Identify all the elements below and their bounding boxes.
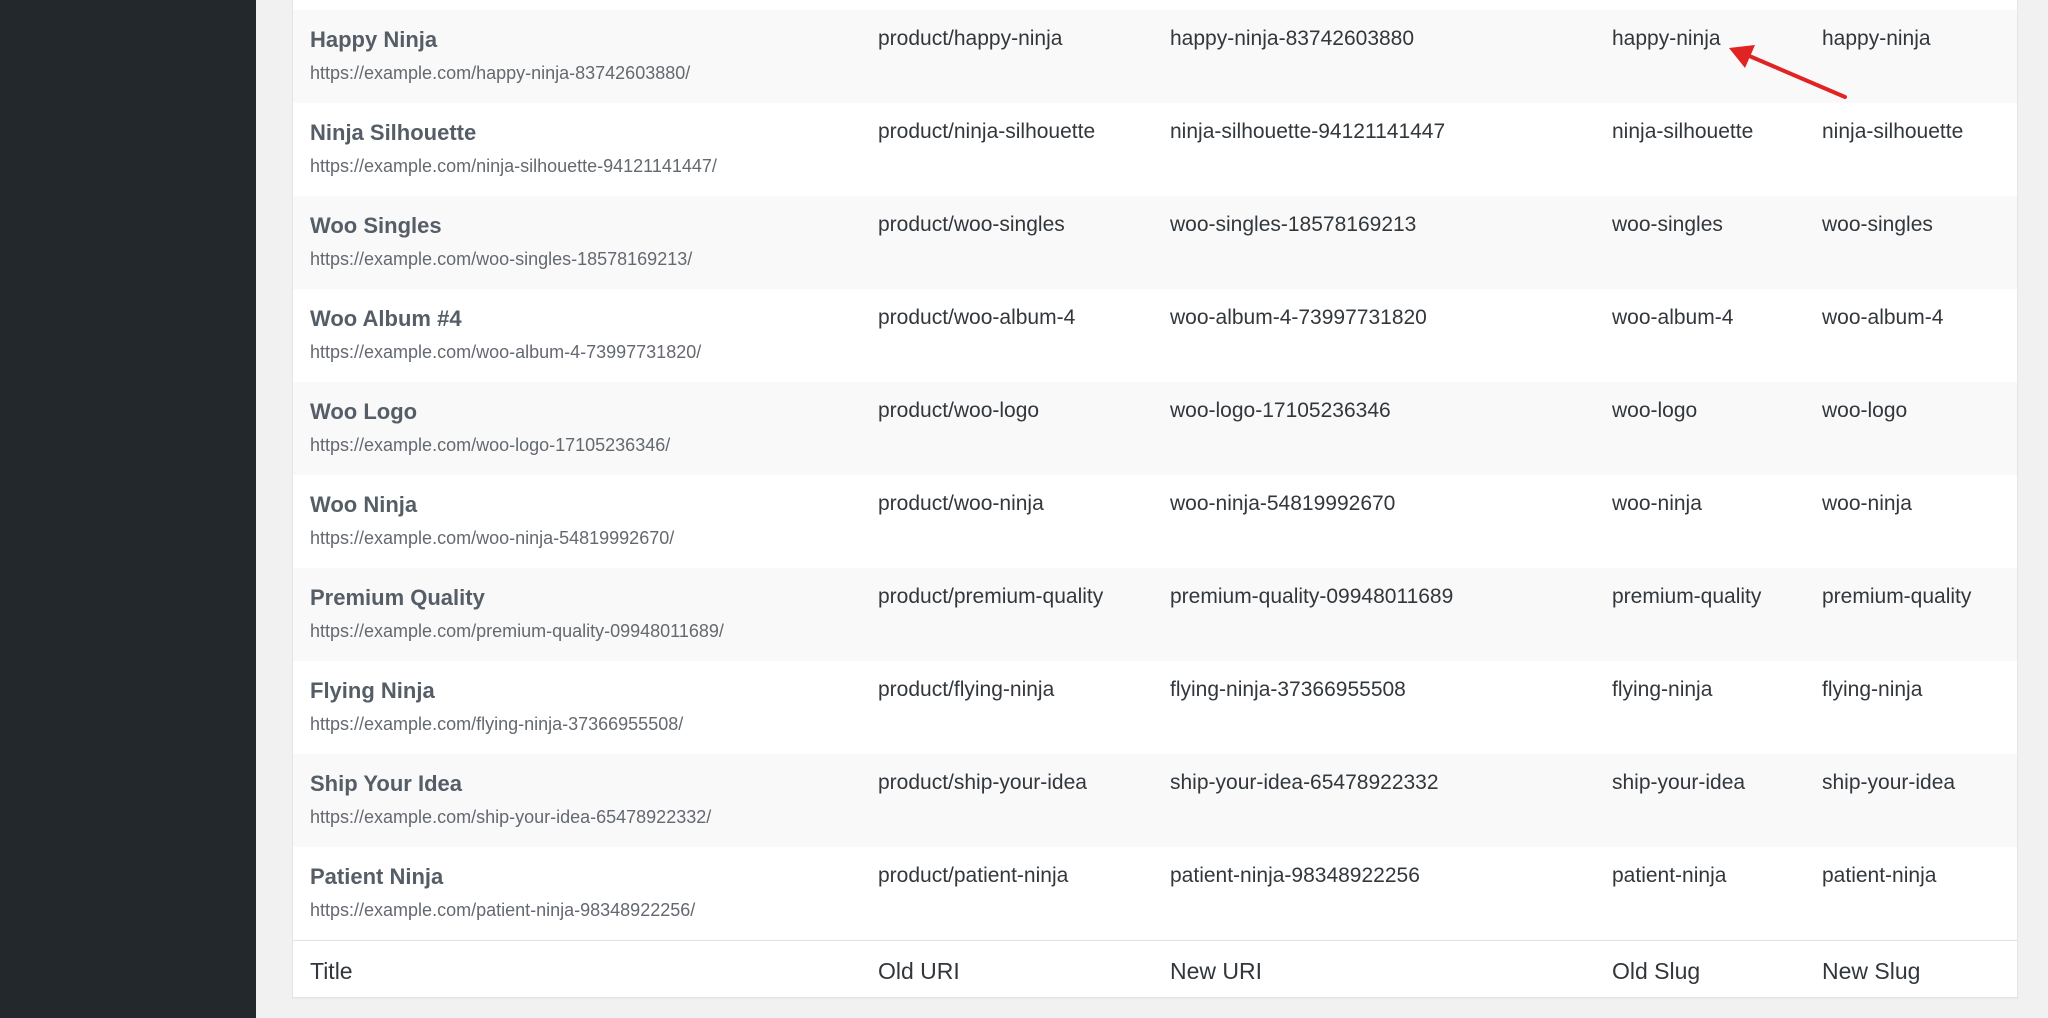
old-uri-cell: product/woo-logo: [878, 399, 1040, 422]
new-uri-cell: patient-ninja-98348922256: [1170, 864, 1420, 887]
title-cell: Happy Ninja https://example.com/happy-ni…: [310, 27, 690, 84]
row-url[interactable]: https://example.com/woo-album-4-73997731…: [310, 342, 701, 363]
row-title[interactable]: Woo Logo: [310, 399, 670, 425]
title-cell: Woo Ninja https://example.com/woo-ninja-…: [310, 492, 674, 549]
title-cell: Woo Logo https://example.com/woo-logo-17…: [310, 399, 670, 456]
old-slug-cell: woo-ninja: [1612, 492, 1702, 515]
new-slug-cell: ninja-silhouette: [1822, 120, 1964, 143]
table-row: Woo Logo https://example.com/woo-logo-17…: [293, 382, 2017, 475]
table-row: Patient Ninja https://example.com/patien…: [293, 847, 2017, 940]
uri-table: Happy Ninja https://example.com/happy-ni…: [292, 0, 2018, 998]
table-row: Premium Quality https://example.com/prem…: [293, 568, 2017, 661]
table-row: Woo Ninja https://example.com/woo-ninja-…: [293, 475, 2017, 568]
table-row: Flying Ninja https://example.com/flying-…: [293, 661, 2017, 754]
row-title[interactable]: Flying Ninja: [310, 678, 683, 704]
new-uri-cell: ninja-silhouette-94121141447: [1170, 120, 1446, 143]
old-uri-cell: product/happy-ninja: [878, 27, 1063, 50]
row-title[interactable]: Woo Album #4: [310, 306, 701, 332]
table-row: Woo Singles https://example.com/woo-sing…: [293, 196, 2017, 289]
title-cell: Ship Your Idea https://example.com/ship-…: [310, 771, 711, 828]
old-uri-cell: product/patient-ninja: [878, 864, 1069, 887]
old-slug-cell: premium-quality: [1612, 585, 1762, 608]
new-slug-cell: flying-ninja: [1822, 678, 1923, 701]
new-slug-cell: woo-ninja: [1822, 492, 1912, 515]
new-uri-cell: woo-logo-17105236346: [1170, 399, 1391, 422]
old-uri-cell: product/ninja-silhouette: [878, 120, 1096, 143]
old-slug-cell: ship-your-idea: [1612, 771, 1746, 794]
old-slug-cell: woo-logo: [1612, 399, 1698, 422]
new-uri-cell: woo-ninja-54819992670: [1170, 492, 1396, 515]
old-uri-cell: product/ship-your-idea: [878, 771, 1087, 794]
row-title[interactable]: Ship Your Idea: [310, 771, 711, 797]
old-slug-cell: patient-ninja: [1612, 864, 1727, 887]
old-uri-cell: product/woo-album-4: [878, 306, 1076, 329]
table-row: Ninja Silhouette https://example.com/nin…: [293, 103, 2017, 196]
title-cell: Flying Ninja https://example.com/flying-…: [310, 678, 683, 735]
old-uri-cell: product/flying-ninja: [878, 678, 1055, 701]
row-title[interactable]: Premium Quality: [310, 585, 724, 611]
old-uri-cell: product/premium-quality: [878, 585, 1104, 608]
title-cell: Patient Ninja https://example.com/patien…: [310, 864, 695, 921]
row-url[interactable]: https://example.com/happy-ninja-83742603…: [310, 63, 690, 84]
row-title[interactable]: Happy Ninja: [310, 27, 690, 53]
table-top-edge: [293, 0, 2017, 10]
old-uri-cell: product/woo-ninja: [878, 492, 1044, 515]
new-uri-cell: flying-ninja-37366955508: [1170, 678, 1406, 701]
title-cell: Woo Singles https://example.com/woo-sing…: [310, 213, 692, 270]
row-title[interactable]: Woo Ninja: [310, 492, 674, 518]
old-slug-cell: happy-ninja: [1612, 27, 1721, 50]
column-header-old-uri: Old URI: [878, 958, 960, 984]
row-url[interactable]: https://example.com/premium-quality-0994…: [310, 621, 724, 642]
old-slug-cell: ninja-silhouette: [1612, 120, 1754, 143]
new-slug-cell: patient-ninja: [1822, 864, 1937, 887]
row-title[interactable]: Ninja Silhouette: [310, 120, 717, 146]
row-url[interactable]: https://example.com/flying-ninja-3736695…: [310, 714, 683, 735]
old-slug-cell: woo-album-4: [1612, 306, 1734, 329]
new-uri-cell: premium-quality-09948011689: [1170, 585, 1454, 608]
title-cell: Premium Quality https://example.com/prem…: [310, 585, 724, 642]
new-uri-cell: happy-ninja-83742603880: [1170, 27, 1415, 50]
row-url[interactable]: https://example.com/woo-logo-17105236346…: [310, 435, 670, 456]
title-cell: Ninja Silhouette https://example.com/nin…: [310, 120, 717, 177]
new-slug-cell: ship-your-idea: [1822, 771, 1956, 794]
new-slug-cell: woo-logo: [1822, 399, 1908, 422]
row-url[interactable]: https://example.com/ship-your-idea-65478…: [310, 807, 711, 828]
new-slug-cell: woo-album-4: [1822, 306, 1944, 329]
admin-sidebar: [0, 0, 256, 1018]
row-title[interactable]: Woo Singles: [310, 213, 692, 239]
new-uri-cell: ship-your-idea-65478922332: [1170, 771, 1439, 794]
row-url[interactable]: https://example.com/ninja-silhouette-941…: [310, 156, 717, 177]
row-url[interactable]: https://example.com/woo-ninja-5481999267…: [310, 528, 674, 549]
table-row: Ship Your Idea https://example.com/ship-…: [293, 754, 2017, 847]
new-slug-cell: premium-quality: [1822, 585, 1972, 608]
row-url[interactable]: https://example.com/woo-singles-18578169…: [310, 249, 692, 270]
annotation-arrow-icon: [1729, 45, 1847, 99]
table-row: Woo Album #4 https://example.com/woo-alb…: [293, 289, 2017, 382]
column-header-new-uri: New URI: [1170, 958, 1263, 984]
row-url[interactable]: https://example.com/patient-ninja-983489…: [310, 900, 695, 921]
new-uri-cell: woo-album-4-73997731820: [1170, 306, 1427, 329]
column-header-new-slug: New Slug: [1822, 958, 1921, 984]
title-cell: Woo Album #4 https://example.com/woo-alb…: [310, 306, 701, 363]
old-slug-cell: woo-singles: [1612, 213, 1723, 236]
new-uri-cell: woo-singles-18578169213: [1170, 213, 1417, 236]
old-slug-cell: flying-ninja: [1612, 678, 1713, 701]
table-footer: Title Old URI New URI Old Slug New Slug: [293, 940, 2017, 997]
column-header-old-slug: Old Slug: [1612, 958, 1701, 984]
old-uri-cell: product/woo-singles: [878, 213, 1065, 236]
column-header-title: Title: [310, 958, 353, 984]
new-slug-cell: woo-singles: [1822, 213, 1933, 236]
row-title[interactable]: Patient Ninja: [310, 864, 695, 890]
